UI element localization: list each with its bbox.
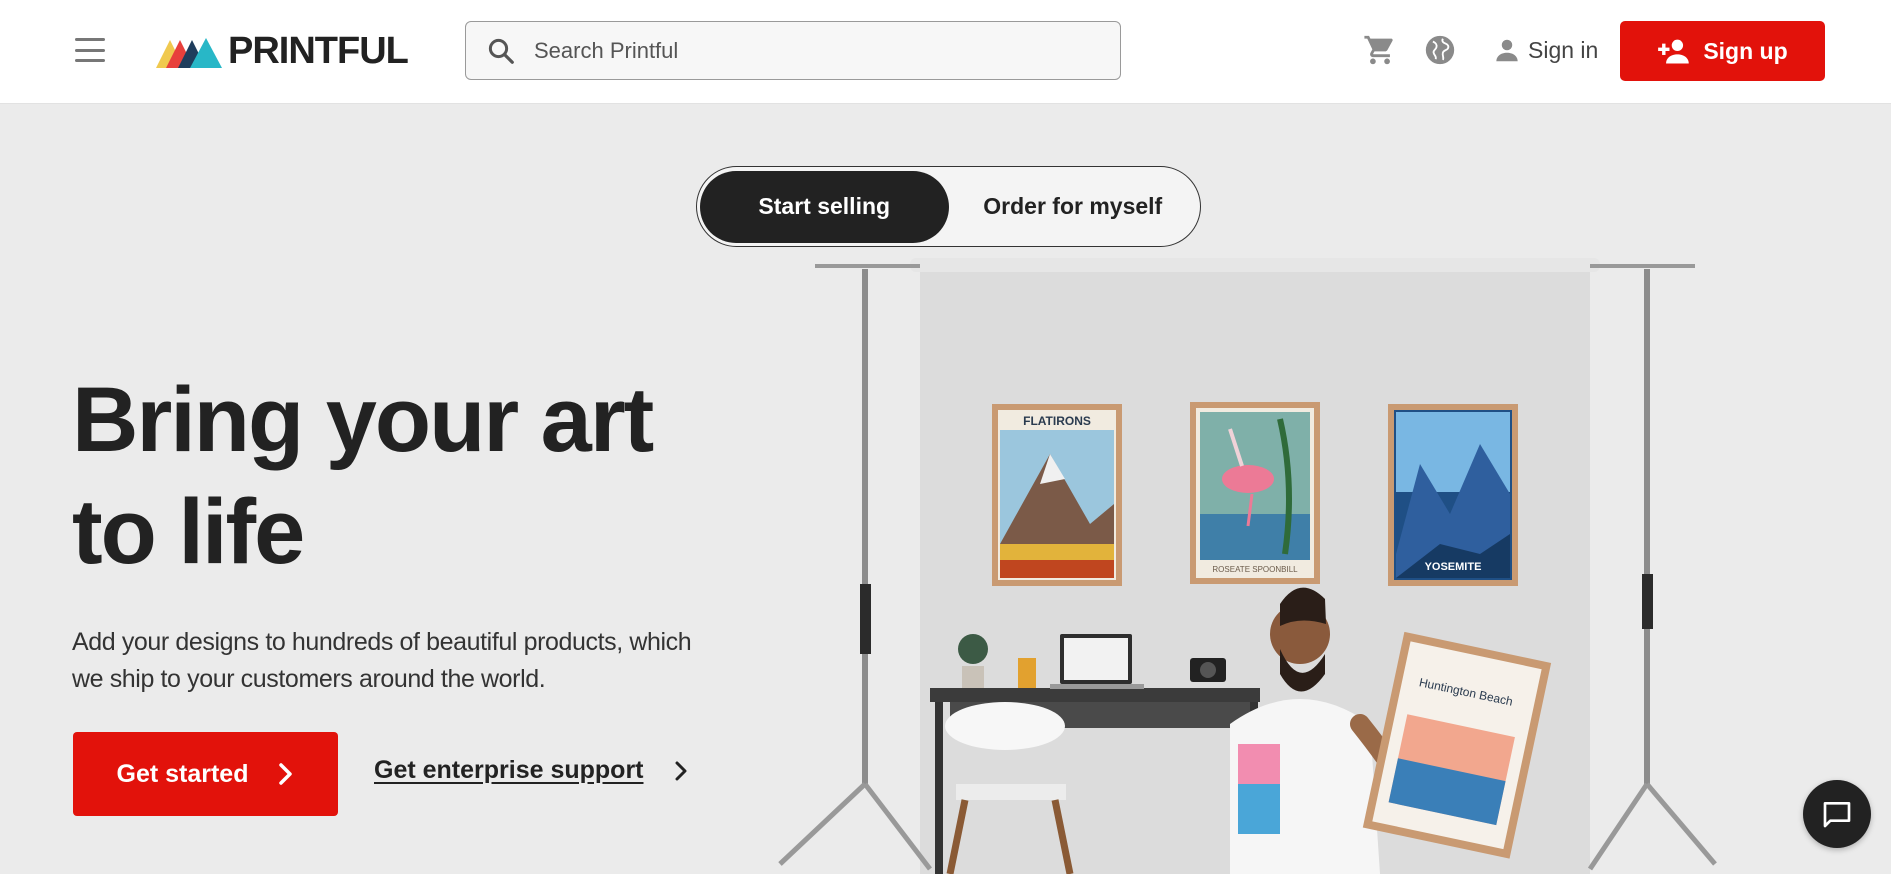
cart-icon[interactable]	[1362, 32, 1398, 68]
enterprise-support-label: Get enterprise support	[374, 756, 644, 784]
hero-section: FLATIRONS ROSEATE SPOONBILL YOSEMITE Hun…	[0, 104, 1891, 874]
sign-up-button[interactable]: Sign up	[1620, 21, 1825, 81]
poster-spoonbill-title: ROSEATE SPOONBILL	[1212, 565, 1298, 574]
search-input[interactable]	[534, 37, 1094, 64]
poster-spoonbill: ROSEATE SPOONBILL	[1190, 402, 1320, 584]
headline-line-1: Bring your art	[72, 369, 654, 471]
search-bar[interactable]	[465, 21, 1121, 80]
chat-bubble-icon[interactable]	[1803, 780, 1871, 848]
hamburger-menu-icon[interactable]	[72, 36, 108, 64]
audience-toggle: Start selling Order for myself	[696, 166, 1201, 247]
user-icon	[1496, 39, 1518, 62]
hero-photo: FLATIRONS ROSEATE SPOONBILL YOSEMITE Hun…	[778, 258, 1717, 874]
get-started-button[interactable]: Get started	[73, 732, 338, 816]
chevron-right-icon	[675, 761, 686, 780]
get-started-label: Get started	[116, 759, 249, 788]
hero-subcopy: Add your designs to hundreds of beautifu…	[72, 628, 692, 693]
poster-yosemite: YOSEMITE	[1388, 404, 1518, 586]
headline-line-2: to life	[72, 481, 305, 583]
sign-in-link[interactable]: Sign in	[1492, 30, 1598, 70]
globe-icon[interactable]	[1422, 32, 1458, 68]
poster-yosemite-title: YOSEMITE	[1425, 561, 1482, 573]
logo-mark-icon	[156, 38, 222, 68]
printful-logo[interactable]: PRINTFUL	[156, 29, 409, 72]
poster-flatirons-title: FLATIRONS	[1023, 414, 1091, 428]
sign-up-label: Sign up	[1703, 37, 1788, 64]
sign-in-label: Sign in	[1528, 36, 1599, 63]
toggle-start-selling[interactable]: Start selling	[700, 170, 949, 243]
toggle-order-for-myself[interactable]: Order for myself	[949, 171, 1198, 243]
hero-headline: Bring your art to life	[72, 364, 712, 588]
add-user-icon	[1658, 39, 1690, 64]
poster-flatirons: FLATIRONS	[992, 404, 1122, 586]
logo-text: PRINTFUL	[228, 29, 409, 72]
site-header: PRINTFUL Sign in Sign up	[0, 0, 1891, 104]
search-icon	[488, 38, 514, 64]
chevron-right-icon	[279, 763, 293, 785]
enterprise-support-link[interactable]: Get enterprise support	[374, 756, 688, 785]
